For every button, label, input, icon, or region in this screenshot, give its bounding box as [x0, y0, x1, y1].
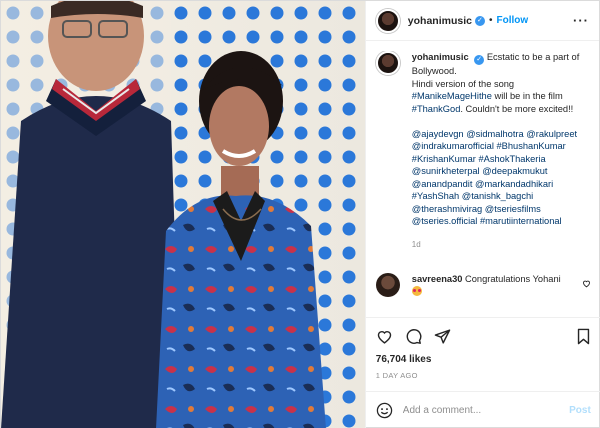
separator-dot: • [488, 15, 493, 26]
caption-text: Hindi version of the song [411, 78, 515, 89]
hashtag-link[interactable]: #ThankGod [412, 104, 461, 114]
post-sidebar: yohanimusic ✓ • Follow ··· yohanimusic ✓… [364, 1, 600, 428]
mention-link[interactable]: @tanishk_bagchi [462, 191, 533, 201]
caption-timestamp: 1d [411, 239, 421, 249]
commenter-avatar[interactable] [375, 273, 400, 297]
like-count[interactable]: 76,704 likes [376, 354, 591, 365]
action-icons [376, 318, 591, 354]
mention-link[interactable]: @tseriesfilms [485, 204, 541, 214]
comment-item: savreena30 Congratulations Yohani [375, 273, 591, 298]
author-username[interactable]: yohanimusic [408, 15, 472, 27]
author-avatar[interactable] [375, 8, 400, 33]
mention-link[interactable]: @sidmalhotra [466, 129, 524, 139]
hashtag-link[interactable]: #YashShah [412, 191, 459, 201]
verified-badge-icon: ✓ [474, 15, 485, 26]
hashtag-link[interactable]: #BhushanKumar [497, 141, 566, 151]
comment-text: Congratulations Yohani [465, 274, 561, 284]
mention-link[interactable]: @tseries.official [412, 216, 478, 226]
follow-button[interactable]: Follow [496, 15, 528, 26]
post-header: yohanimusic ✓ • Follow ··· [365, 1, 599, 41]
mention-link[interactable]: @anandpandit [412, 179, 473, 189]
caption-username[interactable]: yohanimusic [412, 52, 469, 62]
add-comment-bar: Post [365, 391, 600, 428]
comment-input[interactable] [402, 405, 553, 416]
post-comment-button[interactable]: Post [569, 405, 591, 416]
hashtag-link[interactable]: #AshokThakeria [478, 154, 545, 164]
mention-link[interactable]: @deepakmukut [482, 166, 547, 176]
comment-body: savreena30 Congratulations Yohani [411, 273, 561, 298]
heart-eyes-emoji-icon [411, 285, 422, 296]
save-icon[interactable] [576, 328, 591, 345]
post-actions: 76,704 likes 1 DAY AGO [365, 317, 600, 380]
hashtag-link[interactable]: #ManikeMageHithe [412, 91, 492, 101]
instagram-post: yohanimusic ✓ • Follow ··· yohanimusic ✓… [0, 0, 600, 428]
man-figure [1, 1, 181, 428]
mention-link[interactable]: @ajaydevgn [412, 129, 464, 139]
mention-link[interactable]: @indrakumarofficial [412, 141, 494, 151]
caption: yohanimusic ✓ Ecstatic to be a part of B… [375, 51, 591, 251]
post-date: 1 DAY AGO [375, 371, 418, 380]
hashtag-link[interactable]: #marutiinternational [480, 216, 562, 226]
commenter-username[interactable]: savreena30 [412, 274, 463, 284]
comments-section: yohanimusic ✓ Ecstatic to be a part of B… [366, 51, 600, 307]
mention-link[interactable]: @markandadhikari [475, 179, 553, 189]
share-icon[interactable] [434, 328, 451, 345]
comment-icon[interactable] [405, 328, 422, 345]
verified-badge-icon: ✓ [474, 55, 485, 65]
heart-icon[interactable] [376, 328, 393, 345]
emoji-icon[interactable] [376, 402, 393, 419]
caption-text: will be in the film [494, 91, 563, 101]
caption-body: yohanimusic ✓ Ecstatic to be a part of B… [412, 51, 587, 251]
caption-avatar[interactable] [375, 51, 400, 75]
comment-like-heart-icon[interactable] [582, 279, 591, 288]
post-photo[interactable] [1, 1, 365, 428]
mention-link[interactable]: @rakulpreet [526, 129, 577, 139]
mention-link[interactable]: @therashmivirag [412, 204, 482, 214]
more-options-icon[interactable]: ··· [573, 13, 589, 28]
caption-text: . Couldn't be more excited!! [460, 103, 574, 114]
mention-link[interactable]: @sunirkheterpal [412, 166, 480, 176]
hashtag-link[interactable]: #KrishanKumar [412, 154, 476, 164]
